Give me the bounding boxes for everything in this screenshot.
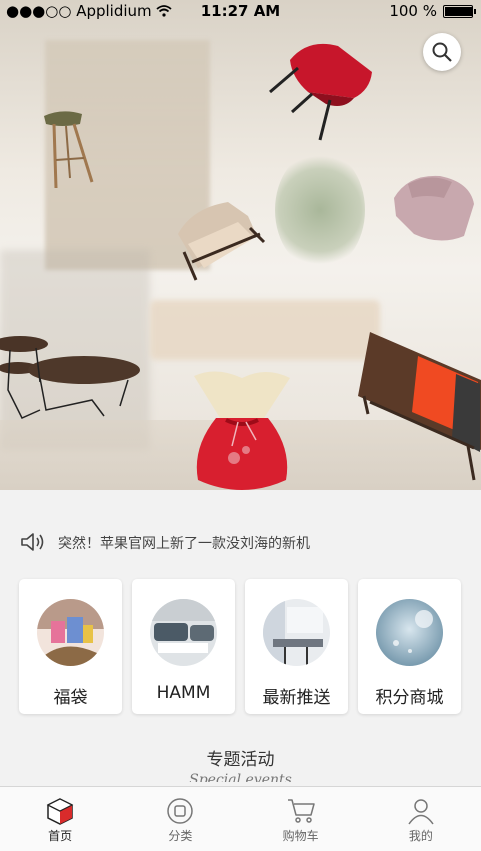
points-mall-thumbnail xyxy=(376,599,443,666)
hero-banner[interactable] xyxy=(0,0,481,490)
hamm-thumbnail xyxy=(150,599,217,666)
category-latest-push[interactable]: 最新推送 xyxy=(245,579,348,714)
search-button[interactable] xyxy=(423,33,461,71)
pouf-icon xyxy=(394,175,474,241)
section-title: 专题活动 xyxy=(206,750,275,770)
coffee-tables-icon xyxy=(0,336,140,419)
lucky-bag-thumbnail xyxy=(37,599,104,666)
tab-cart[interactable]: 购物车 xyxy=(241,787,361,851)
tab-label: 分类 xyxy=(168,829,193,843)
category-label: HAMM xyxy=(156,683,211,703)
lucky-bag-icon[interactable] xyxy=(186,368,298,490)
category-label: 福袋 xyxy=(53,688,88,708)
category-label: 最新推送 xyxy=(262,688,331,708)
category-grid: 福袋 HAMM 最新推送 积分商城 xyxy=(19,579,461,714)
category-circle-icon xyxy=(167,798,194,824)
armchair-icon xyxy=(178,202,266,281)
category-lucky-bag[interactable]: 福袋 xyxy=(19,579,122,714)
stool-icon xyxy=(44,111,94,189)
red-chair-icon xyxy=(269,43,372,141)
background-table xyxy=(150,300,380,360)
tab-category[interactable]: 分类 xyxy=(120,787,240,851)
category-points-mall[interactable]: 积分商城 xyxy=(358,579,461,714)
tab-bar: 首页 分类 购物车 我的 xyxy=(0,786,481,851)
tab-profile[interactable]: 我的 xyxy=(361,787,481,851)
background-plant xyxy=(275,150,365,270)
category-hamm[interactable]: HAMM xyxy=(132,579,235,714)
notice-bar[interactable]: 突然！苹果官网上新了一款没刘海的新机 xyxy=(0,520,481,564)
notice-text: 突然！苹果官网上新了一款没刘海的新机 xyxy=(58,536,310,552)
category-label: 积分商城 xyxy=(375,688,444,708)
battery-group: 100 % xyxy=(389,2,476,20)
tab-home[interactable]: 首页 xyxy=(0,787,120,851)
section-subtitle: Special events xyxy=(189,772,292,782)
special-events-header: 专题活动 Special events xyxy=(0,745,481,782)
sideboard-icon xyxy=(358,332,481,481)
status-bar: ●●●○○ Applidium 11:27 AM 100 % xyxy=(0,0,481,22)
latest-push-thumbnail xyxy=(263,599,330,666)
battery-percentage: 100 % xyxy=(389,2,437,20)
search-icon xyxy=(432,42,452,62)
home-cube-icon xyxy=(46,798,74,825)
user-icon xyxy=(408,799,434,825)
battery-icon xyxy=(443,4,476,18)
tab-label: 我的 xyxy=(408,829,433,843)
tab-label: 首页 xyxy=(48,829,73,843)
speaker-icon xyxy=(21,533,44,551)
tab-label: 购物车 xyxy=(282,829,319,843)
shopping-cart-icon xyxy=(287,799,315,823)
